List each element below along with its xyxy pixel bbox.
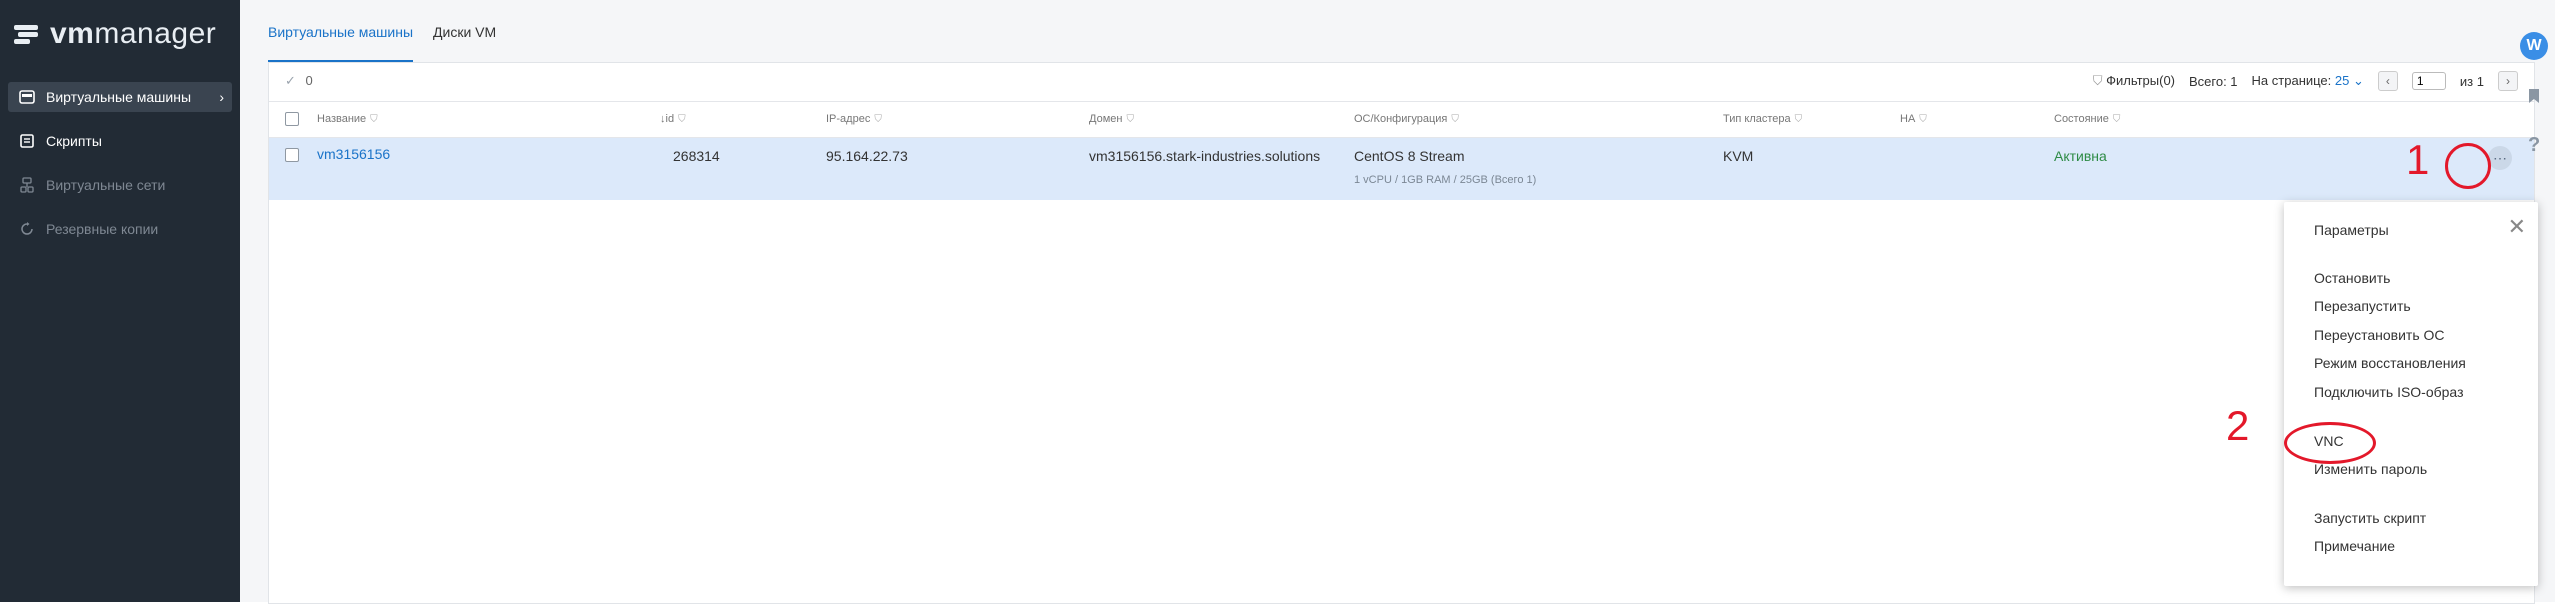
table-toolbar: ✓ 0 ⛉ Фильтры(0) Всего: 1 На странице: 2…	[269, 63, 2534, 102]
vm-os: CentOS 8 Stream	[1354, 148, 1465, 164]
per-page-label: На странице:	[2251, 73, 2332, 88]
vm-domain: vm3156156.stark-industries.solutions	[1089, 148, 1321, 164]
vm-ip: 95.164.22.73	[826, 148, 908, 164]
sidebar-item-label: Скрипты	[46, 133, 102, 149]
chevron-right-icon: ›	[219, 89, 224, 105]
sidebar-item-label: Виртуальные машины	[46, 89, 192, 105]
col-id-label: id	[665, 113, 675, 125]
annotation-circle-2	[2284, 422, 2376, 464]
col-name-label: Название	[317, 113, 367, 125]
table-row[interactable]: vm3156156 268314 95.164.22.73 vm3156156.…	[269, 138, 2534, 200]
server-icon	[18, 90, 36, 104]
col-ip[interactable]: IP-адрес ⛉	[826, 113, 882, 125]
vm-table-panel: ✓ 0 ⛉ Фильтры(0) Всего: 1 На странице: 2…	[268, 62, 2535, 604]
network-icon	[18, 177, 36, 193]
of-pages: из 1	[2460, 74, 2484, 89]
tab-virtual-machines[interactable]: Виртуальные машины	[268, 18, 414, 63]
annotation-number-1: 1	[2406, 136, 2430, 183]
filter-icon: ⛉	[2092, 73, 2103, 88]
menu-item-recovery-mode[interactable]: Режим восстановления	[2314, 355, 2466, 371]
row-actions-button[interactable]: ⋯	[2488, 146, 2512, 170]
chevron-down-icon: ⌄	[2353, 73, 2364, 88]
vmmanager-logo[interactable]: vmmanager	[14, 14, 216, 54]
col-domain-label: Домен	[1089, 113, 1123, 125]
total-pages: 1	[2476, 73, 2484, 89]
sidebar-item-virtual-machines[interactable]: Виртуальные машины ›	[8, 82, 232, 112]
prev-page-button[interactable]: ‹	[2377, 71, 2398, 91]
logo-icon	[14, 23, 42, 45]
tab-bar: Виртуальные машины Диски VM	[268, 18, 516, 63]
sidebar-item-label: Резервные копии	[46, 221, 159, 237]
pagination-bar: ⛉ Фильтры(0) Всего: 1 На странице: 25 ⌄ …	[2093, 71, 2518, 91]
selected-count-value: 0	[305, 73, 313, 88]
main-content: Виртуальные машины Диски VM ✓ 0 ⛉ Фильтр…	[240, 0, 2555, 604]
menu-item-note[interactable]: Примечание	[2314, 538, 2395, 554]
col-cluster-label: Тип кластера	[1723, 113, 1791, 125]
col-id[interactable]: ↓id ⛉	[660, 113, 686, 125]
col-name[interactable]: Название ⛉	[317, 113, 378, 125]
actions-menu: ✕ Параметры Остановить Перезапустить Пер…	[2284, 202, 2538, 586]
sidebar-item-backups[interactable]: Резервные копии	[8, 214, 232, 244]
filter-icon: ⛉	[370, 114, 378, 125]
filter-icon: ⛉	[678, 114, 686, 125]
vm-id: 268314	[673, 148, 720, 164]
per-page-select[interactable]: На странице: 25 ⌄	[2252, 73, 2364, 89]
sidebar: vmmanager Виртуальные машины › Скрипты В…	[0, 0, 240, 602]
sidebar-item-scripts[interactable]: Скрипты	[8, 126, 232, 156]
script-icon	[18, 134, 36, 148]
row-checkbox[interactable]	[285, 148, 299, 162]
sidebar-nav: Виртуальные машины › Скрипты Виртуальные…	[0, 82, 240, 258]
filter-icon: ⛉	[2112, 114, 2121, 125]
menu-item-parameters[interactable]: Параметры	[2314, 222, 2389, 238]
vm-cluster: KVM	[1723, 148, 1754, 164]
col-domain[interactable]: Домен ⛉	[1089, 113, 1134, 125]
filter-icon: ⛉	[1794, 114, 1803, 125]
annotation-circle-1	[2445, 143, 2491, 189]
per-page-value: 25	[2334, 73, 2350, 88]
menu-item-restart[interactable]: Перезапустить	[2314, 298, 2411, 314]
filters-label: Фильтры(0)	[2106, 73, 2175, 88]
col-ip-label: IP-адрес	[826, 113, 871, 125]
vm-name-link[interactable]: vm3156156	[317, 146, 390, 162]
selected-count: ✓ 0	[285, 73, 313, 89]
select-all-checkbox[interactable]	[285, 112, 299, 126]
sidebar-item-virtual-networks[interactable]: Виртуальные сети	[8, 170, 232, 200]
tab-vm-disks[interactable]: Диски VM	[433, 18, 496, 60]
filter-icon: ⛉	[1451, 114, 1459, 125]
col-state[interactable]: Состояние ⛉	[2054, 113, 2120, 125]
bookmark-icon[interactable]	[2527, 88, 2541, 109]
filters-button[interactable]: ⛉ Фильтры(0)	[2093, 73, 2175, 89]
filter-icon: ⛉	[1126, 114, 1134, 125]
menu-item-mount-iso[interactable]: Подключить ISO-образ	[2314, 384, 2463, 400]
col-cluster[interactable]: Тип кластера ⛉	[1723, 113, 1802, 125]
menu-item-stop[interactable]: Остановить	[2314, 270, 2390, 286]
annotation-number-2: 2	[2226, 402, 2250, 449]
page-input[interactable]	[2411, 72, 2446, 90]
status-badge: Активна	[2054, 148, 2107, 164]
col-ha-label: HA	[1900, 113, 1916, 125]
backup-icon	[18, 222, 36, 236]
of-label: из	[2459, 73, 2474, 89]
total-count: Всего: 1	[2189, 73, 2238, 89]
col-ha[interactable]: HA ⛉	[1900, 113, 1927, 125]
help-icon[interactable]: ?	[2528, 134, 2540, 157]
logo-text: vmmanager	[50, 17, 217, 50]
filter-icon: ⛉	[1919, 114, 1927, 125]
col-state-label: Состояние	[2054, 113, 2109, 125]
col-os[interactable]: ОС/Конфигурация ⛉	[1354, 113, 1459, 125]
col-os-label: ОС/Конфигурация	[1354, 113, 1448, 125]
menu-item-reinstall-os[interactable]: Переустановить ОС	[2314, 327, 2445, 343]
check-icon: ✓	[285, 73, 296, 88]
table-header: Название ⛉ ↓id ⛉ IP-адрес ⛉ Домен ⛉ ОС/Конфи…	[269, 101, 2534, 163]
menu-item-run-script[interactable]: Запустить скрипт	[2314, 510, 2426, 526]
sidebar-item-label: Виртуальные сети	[46, 177, 166, 193]
filter-icon: ⛉	[874, 114, 882, 125]
avatar[interactable]: W	[2520, 32, 2548, 60]
close-icon[interactable]: ✕	[2508, 214, 2526, 240]
vm-config: 1 vCPU / 1GB RAM / 25GB (Всего 1)	[1354, 174, 1537, 186]
more-dots-icon: ⋯	[2493, 149, 2507, 166]
